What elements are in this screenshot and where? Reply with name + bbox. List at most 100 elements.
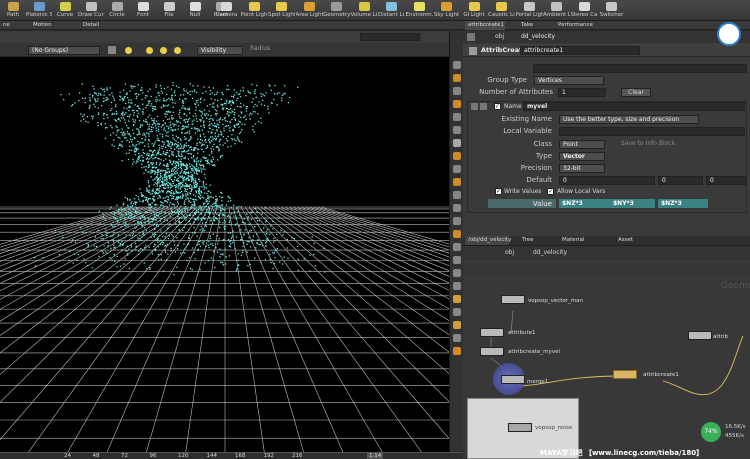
clear-button[interactable]: Clear: [621, 88, 651, 97]
viewport-tool-icon[interactable]: [453, 126, 461, 134]
shelf-tool-switcher[interactable]: Switcher: [598, 0, 625, 21]
shelf-tool-path[interactable]: Path: [0, 0, 26, 21]
shelf-tool-environm-[interactable]: Environm...: [406, 0, 433, 21]
viewport-tool-icon[interactable]: [453, 87, 461, 95]
shelf-tool-file[interactable]: File: [156, 0, 182, 21]
insert-icon[interactable]: [480, 103, 487, 110]
path-obj[interactable]: obj: [495, 32, 504, 41]
save-info-block-toggle[interactable]: Save to Info Block: [621, 140, 675, 147]
node-attribute1[interactable]: [480, 328, 504, 337]
tab-attribcreate[interactable]: attribcreate1: [465, 21, 505, 30]
viewport-tool-icon[interactable]: [453, 178, 461, 186]
shelf-tool-circle[interactable]: Circle: [104, 0, 130, 21]
shelf-tool-area-light[interactable]: Area Light: [296, 0, 323, 21]
type-select[interactable]: Vector: [559, 152, 605, 161]
remove-icon[interactable]: [471, 103, 478, 110]
shelf-tool-stereo-ca-[interactable]: Stereo Ca...: [571, 0, 598, 21]
node-merge1[interactable]: [501, 375, 525, 384]
value-y-field[interactable]: $NY*3: [610, 199, 655, 208]
name-field[interactable]: myvel: [523, 102, 745, 111]
group-field[interactable]: [533, 64, 747, 73]
pane-tab-row: ne View Motion View Detail View attribcr…: [0, 21, 750, 37]
group-select[interactable]: (No Groups): [28, 46, 100, 55]
class-select[interactable]: Point: [559, 140, 605, 149]
viewport-tool-icon[interactable]: [453, 295, 461, 303]
shelf-tool-draw-curve[interactable]: Draw Curve: [78, 0, 104, 21]
node-attribcreate-myvel[interactable]: [480, 347, 504, 356]
viewport-tool-icon[interactable]: [453, 243, 461, 251]
light-icon[interactable]: [125, 47, 132, 54]
shelf-tool-spot-light[interactable]: Spot Light: [268, 0, 295, 21]
shelf-tool-caustic-li-[interactable]: Caustic Li...: [488, 0, 515, 21]
name-enable-checkbox[interactable]: ✓: [494, 103, 501, 110]
light-icon[interactable]: [146, 47, 153, 54]
viewport-path-field[interactable]: [360, 33, 420, 41]
node-vopsop-noise[interactable]: [508, 423, 532, 432]
viewport-tool-icon[interactable]: [453, 191, 461, 199]
viewport-tool-icon[interactable]: [453, 217, 461, 225]
shelf-tool-null[interactable]: Null: [182, 0, 208, 21]
viewport-tool-icon[interactable]: [453, 282, 461, 290]
viewport-tool-icon[interactable]: [453, 204, 461, 212]
viewport-tool-icon[interactable]: [453, 74, 461, 82]
group-type-select[interactable]: Vertices: [534, 76, 604, 85]
select-icon[interactable]: [108, 46, 116, 54]
viewport-tool-icon[interactable]: [453, 230, 461, 238]
shelf-tool-volume-li-[interactable]: Volume Li...: [351, 0, 378, 21]
value-z-field[interactable]: $NZ*3: [658, 199, 708, 208]
shelf-tool-font[interactable]: Font: [130, 0, 156, 21]
current-frame-marker[interactable]: 1.14: [367, 453, 384, 459]
viewport-tool-icon[interactable]: [453, 113, 461, 121]
tool-label: Platonic S...: [26, 12, 52, 18]
viewport-tool-icon[interactable]: [453, 308, 461, 316]
shelf-tool-point-light[interactable]: Point Light: [241, 0, 268, 21]
shelf-tool-gi-light[interactable]: GI Light: [461, 0, 488, 21]
num-attr-field[interactable]: 1: [558, 88, 606, 97]
shelf-tool-distant-li-[interactable]: Distant Li...: [378, 0, 405, 21]
shelf-tool-curve[interactable]: Curve: [52, 0, 78, 21]
light-icon[interactable]: [160, 47, 167, 54]
node-name-field[interactable]: attribcreate1: [520, 46, 640, 55]
network-pane[interactable]: /obj/dd_velocity Tree View Material Pale…: [463, 236, 750, 459]
path-node[interactable]: dd_velocity: [521, 32, 555, 41]
viewport-tool-icon[interactable]: [453, 321, 461, 329]
tab-take-list[interactable]: Take List: [518, 21, 544, 37]
viewport-tool-icon[interactable]: [453, 61, 461, 69]
viewport-tool-icon[interactable]: [453, 165, 461, 173]
default-y-field[interactable]: 0: [658, 176, 703, 185]
back-icon[interactable]: [467, 33, 475, 41]
node-attrib[interactable]: [688, 331, 712, 340]
shelf-tool-sky-light[interactable]: Sky Light: [433, 0, 460, 21]
node-attribcreate1[interactable]: [613, 370, 637, 379]
tab-detail-view[interactable]: Detail View: [80, 21, 114, 37]
viewport-tool-icon[interactable]: [453, 347, 461, 355]
write-values-checkbox[interactable]: ✓: [495, 188, 502, 195]
shelf-tool-geometry-[interactable]: Geometry...: [323, 0, 350, 21]
write-values-label: Write Values: [504, 188, 542, 195]
tool-label: Volume Li...: [350, 12, 378, 18]
viewport-tool-icon[interactable]: [453, 152, 461, 160]
viewport-tool-icon[interactable]: [453, 269, 461, 277]
viewport-tool-icon[interactable]: [453, 256, 461, 264]
shelf-tool-camera[interactable]: Camera: [213, 0, 240, 21]
node-label: attribcreate_myvel: [508, 349, 560, 355]
light-icon[interactable]: [174, 47, 181, 54]
tab-performance-monitor[interactable]: Performance Monitor: [555, 21, 613, 37]
precision-select[interactable]: 32-bit: [559, 164, 605, 173]
local-variable-field[interactable]: [559, 127, 745, 136]
viewport-tool-icon[interactable]: [453, 334, 461, 342]
existing-name-select[interactable]: Use the better type, size and precision: [559, 115, 699, 124]
viewport-tool-icon[interactable]: [453, 100, 461, 108]
viewport-tool-icon[interactable]: [453, 139, 461, 147]
shelf-tool-ambient-l-[interactable]: Ambient L...: [543, 0, 570, 21]
shelf-tool-platonic-s-[interactable]: Platonic S...: [26, 0, 52, 21]
tab-motion-view[interactable]: Motion View: [30, 21, 62, 37]
node-vopsop-vector-man[interactable]: [501, 295, 525, 304]
3d-viewport[interactable]: [0, 57, 450, 453]
shelf-tool-portal-light[interactable]: Portal Light: [516, 0, 543, 21]
tab-scene-view[interactable]: ne View: [0, 21, 22, 37]
allow-local-vars-checkbox[interactable]: ✓: [547, 188, 554, 195]
default-x-field[interactable]: 0: [559, 176, 655, 185]
visibility-select[interactable]: Visibility: [197, 46, 243, 55]
default-z-field[interactable]: 0: [706, 176, 746, 185]
